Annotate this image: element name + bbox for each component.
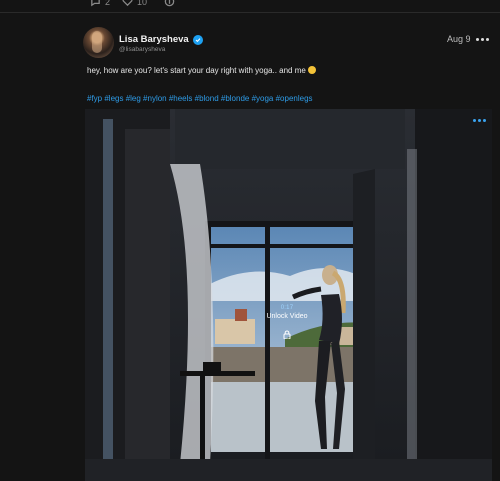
verified-icon (192, 34, 203, 45)
post-hashtags[interactable]: #fyp #legs #leg #nylon #heels #blond #bl… (87, 94, 313, 103)
tip-icon (164, 0, 175, 7)
smile-emoji-icon (307, 66, 316, 74)
comment-action[interactable]: 2 (90, 0, 110, 7)
comment-count: 2 (105, 0, 111, 7)
post-actions-bar: 2 10 (0, 0, 500, 13)
avatar[interactable] (83, 27, 114, 58)
post-text: hey, how are you? let's start your day r… (87, 66, 316, 75)
author-name-row[interactable]: Lisa Barysheva (119, 34, 203, 45)
locked-video-preview[interactable]: 0:17 Unlock Video (85, 109, 492, 481)
more-icon[interactable] (476, 38, 489, 41)
video-thumbnail (85, 109, 492, 481)
tip-action[interactable] (164, 0, 175, 7)
lock-icon (283, 326, 291, 340)
heart-icon (122, 0, 133, 7)
unlock-video-label: Unlock Video (266, 313, 308, 320)
media-more-icon[interactable] (473, 119, 486, 122)
comment-icon (91, 0, 100, 7)
unlock-video-button[interactable]: 0:17 Unlock Video (256, 305, 318, 341)
media-count: 0:17 (280, 305, 294, 311)
like-count: 10 (137, 0, 148, 7)
like-action[interactable]: 10 (122, 0, 147, 7)
author-handle[interactable]: @lisabarysheva (119, 46, 165, 53)
author-name[interactable]: Lisa Barysheva (119, 34, 189, 45)
post-date: Aug 9 (447, 34, 471, 44)
